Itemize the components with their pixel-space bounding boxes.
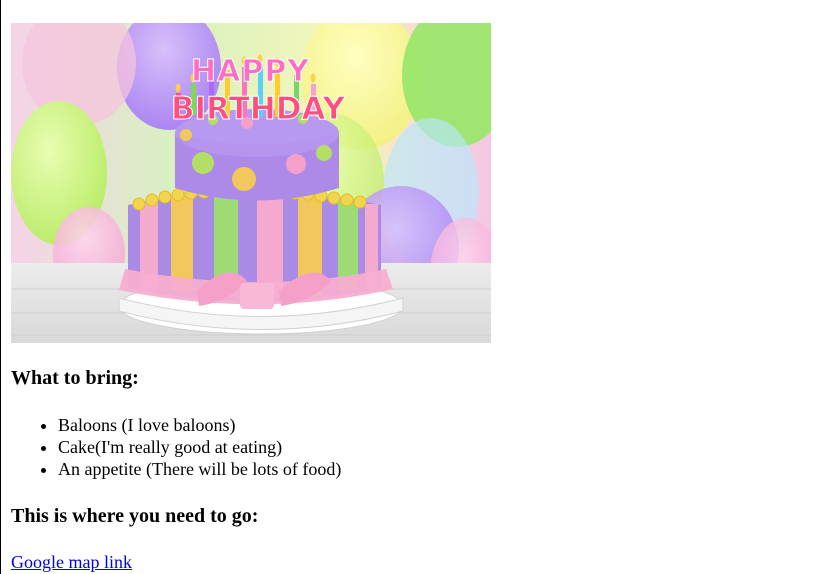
birthday-cake-image: HAPPY BIRTHDAY <box>11 23 491 343</box>
where-to-go-heading: This is where you need to go: <box>11 505 259 527</box>
what-to-bring-heading: What to bring: <box>11 367 139 389</box>
google-map-link[interactable]: Google map link <box>11 551 132 573</box>
list-item: Baloons (I love baloons) <box>58 414 341 436</box>
cake-text-birthday: BIRTHDAY <box>171 91 345 127</box>
list-item: Cake(I'm really good at eating) <box>58 436 341 458</box>
cake-text-happy: HAPPY <box>191 54 310 89</box>
bring-list: Baloons (I love baloons) Cake(I'm really… <box>11 414 341 480</box>
list-item: An appetite (There will be lots of food) <box>58 458 341 480</box>
